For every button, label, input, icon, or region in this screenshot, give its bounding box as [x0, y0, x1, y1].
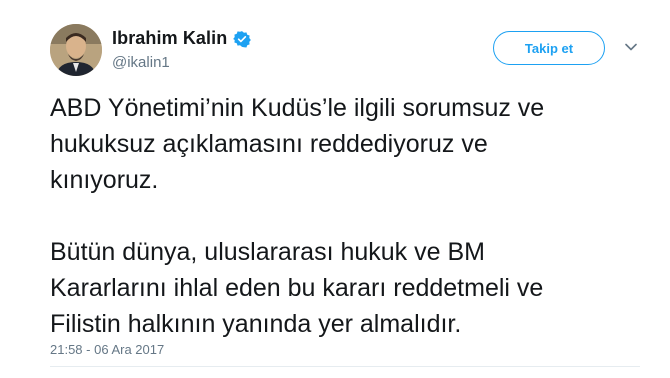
tweet-line: Kararlarını ihlal eden bu kararı reddetm… — [50, 274, 544, 302]
avatar[interactable] — [50, 24, 102, 76]
tweet-line: kınıyoruz. — [50, 166, 159, 194]
author-name-row: Ibrahim Kalin — [112, 28, 252, 49]
chevron-down-icon[interactable] — [624, 40, 638, 54]
tweet-line: Filistin halkının yanında yer almalıdır. — [50, 310, 462, 338]
tweet-timestamp[interactable]: 21:58 - 06 Ara 2017 — [50, 342, 164, 357]
tweet-line: hukuksuz açıklamasını reddediyoruz ve — [50, 130, 488, 158]
author-handle[interactable]: @ikalin1 — [112, 54, 170, 71]
tweet-line: Bütün dünya, uluslararası hukuk ve BM — [50, 238, 485, 266]
author-display-name[interactable]: Ibrahim Kalin — [112, 28, 227, 49]
profile-photo-icon — [50, 24, 102, 76]
tweet-line: ABD Yönetimi’nin Kudüs’le ilgili sorumsu… — [50, 94, 545, 122]
tweet-card: Ibrahim Kalin @ikalin1 Takip et ABD Yöne… — [0, 0, 670, 378]
verified-badge-icon — [233, 30, 252, 48]
tweet-text: ABD Yönetimi’nin Kudüs’le ilgili sorumsu… — [50, 90, 650, 342]
follow-button[interactable]: Takip et — [493, 31, 605, 65]
divider — [50, 366, 640, 367]
